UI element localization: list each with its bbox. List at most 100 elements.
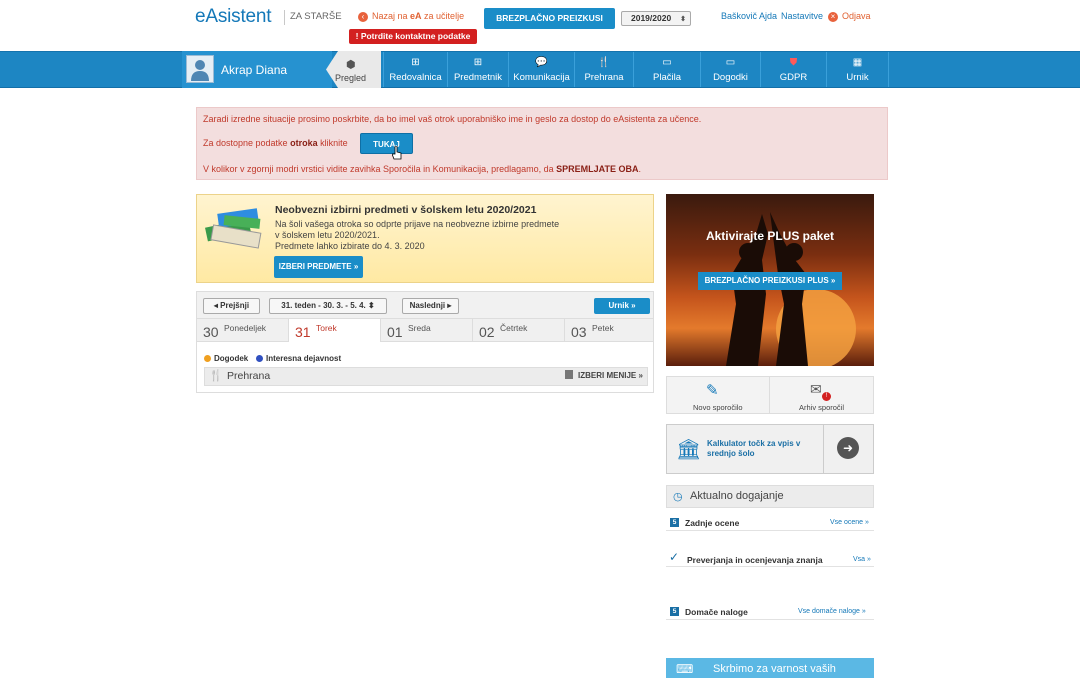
fork-knife-icon: 🍴: [209, 370, 223, 382]
school-year-value: 2019/2020: [631, 13, 672, 23]
choose-menu-button[interactable]: IZBERI MENIJE »: [565, 370, 643, 380]
tab-timetable[interactable]: ▦ Urnik: [826, 52, 889, 87]
free-trial-plus-button[interactable]: BREZPLAČNO PREIZKUSI PLUS »: [484, 8, 615, 44]
tab-gdpr[interactable]: ⛊ GDPR: [760, 52, 826, 87]
choose-subjects-button[interactable]: IZBERI PREDMETE »: [274, 256, 363, 278]
back-to-teacher-link[interactable]: ‹ Nazaj na eA za učitelje: [358, 11, 464, 22]
homework-title: Domače naloge: [685, 607, 748, 617]
alert-line-3-bold: SPREMLJATE OBA: [556, 164, 639, 174]
alert-line-1: Zaradi izredne situacije prosimo poskrbi…: [203, 114, 702, 124]
arrow-left-icon: ‹: [358, 11, 368, 22]
day-name: Sreda: [408, 323, 431, 333]
back-link-prefix: Nazaj na: [372, 11, 411, 21]
mouse-cursor-icon: [391, 145, 402, 160]
day-name: Četrtek: [500, 323, 528, 333]
confirm-contact-button[interactable]: ! Potrdite kontaktne podatke: [349, 29, 477, 44]
arrow-right-icon[interactable]: ➜: [837, 437, 859, 459]
elective-text-line: Predmete lahko izbirate do 4. 3. 2020: [275, 241, 425, 251]
points-calculator-text[interactable]: Kalkulator točk za vpis v srednjo šolo: [707, 439, 819, 459]
here-button[interactable]: TUKAJ: [360, 133, 413, 154]
plus-square-icon: ⊞: [411, 57, 420, 68]
day-tab-friday[interactable]: 03 Petek: [565, 319, 653, 342]
envelope-icon[interactable]: ✉: [810, 381, 822, 398]
compose-icon[interactable]: ✎: [706, 381, 719, 399]
new-message-link[interactable]: Novo sporočilo: [693, 403, 743, 412]
tab-label: Plačila: [653, 72, 681, 83]
previous-week-button[interactable]: ◂ Prejšnji: [203, 298, 260, 314]
legend-interest-label: Interesna dejavnost: [266, 354, 342, 363]
previous-week-label: Prejšnji: [220, 301, 250, 310]
grade-icon: 5: [670, 518, 679, 527]
plus-ad-trial-button[interactable]: BREZPLAČNO PREIZKUSI PLUS »: [698, 272, 842, 290]
choose-menu-label: IZBERI MENIJE »: [578, 371, 643, 380]
logo-subtitle: ZA STARŠE: [290, 11, 342, 22]
legend-event-label: Dogodek: [214, 354, 249, 363]
legend-interest-activity: Interesna dejavnost: [256, 354, 341, 363]
day-tab-wednesday[interactable]: 01 Sreda: [381, 319, 473, 342]
timetable-button[interactable]: Urnik »: [594, 298, 650, 314]
day-number: 31: [295, 324, 311, 340]
menu-icon: [565, 370, 573, 379]
tab-gradebook[interactable]: ⊞ Redovalnica: [383, 52, 447, 87]
speech-bubble-icon: 💬: [535, 57, 548, 68]
tab-label: Komunikacija: [513, 72, 570, 83]
plus-ad-title: Aktivirajte PLUS paket: [705, 229, 835, 243]
day-tab-thursday[interactable]: 02 Četrtek: [473, 319, 565, 342]
shield-icon: ⛊: [789, 57, 798, 68]
user-silhouette-icon: [191, 60, 209, 81]
clock-icon: ◷: [673, 491, 683, 503]
messages-divider: [769, 377, 770, 413]
hand-pointer-shape: [391, 145, 402, 160]
event-dot-icon: [204, 355, 211, 362]
alert-badge: !: [822, 392, 831, 401]
tab-payments[interactable]: ▭ Plačila: [633, 52, 700, 87]
back-link-suffix: za učitelje: [421, 11, 465, 21]
news-title: Aktualno dogajanje: [690, 490, 784, 502]
interest-dot-icon: [256, 355, 263, 362]
tab-subjects[interactable]: ⊞ Predmetnik: [447, 52, 508, 87]
tab-events[interactable]: ▭ Dogodki: [700, 52, 760, 87]
tab-meals[interactable]: 🍴 Prehrana: [574, 52, 633, 87]
all-homework-link[interactable]: Vse domače naloge »: [798, 608, 866, 615]
tab-label: GDPR: [779, 72, 808, 83]
alert-line-2-prefix: Za dostopne podatke: [203, 138, 291, 148]
app-logo[interactable]: eAsistent: [195, 6, 272, 28]
week-select[interactable]: 31. teden - 30. 3. - 5. 4. ⬍: [269, 298, 387, 314]
select-arrows-icon: ⬍: [680, 16, 686, 23]
cube-icon: ⬢: [346, 59, 356, 71]
message-archive-link[interactable]: Arhiv sporočil: [799, 403, 844, 412]
day-name: Torek: [316, 323, 337, 333]
alert-line-2: Za dostopne podatke otroka kliknite: [203, 138, 348, 148]
day-tab-tuesday[interactable]: 31 Torek: [289, 319, 381, 342]
day-number: 30: [203, 324, 219, 340]
tab-label: Urnik: [846, 72, 869, 83]
all-exams-link[interactable]: Vsa »: [853, 556, 871, 563]
school-year-select[interactable]: 2019/2020 ⬍: [621, 11, 691, 26]
tab-communication[interactable]: 💬 Komunikacija: [508, 52, 574, 87]
elective-text: Na šoli vašega otroka so odprte prijave …: [275, 219, 605, 252]
caret-right-icon: ▸: [445, 301, 452, 310]
tab-label: Dogodki: [713, 72, 748, 83]
legend-event: Dogodek: [204, 354, 248, 363]
back-link-bold: eA: [410, 11, 422, 21]
alert-line-3-prefix: V kolikor v zgornji modri vrstici vidite…: [203, 164, 557, 174]
tab-label: Redovalnica: [389, 72, 442, 83]
avatar: [186, 55, 214, 83]
books-icon: [204, 205, 268, 250]
week-select-value: 31. teden - 30. 3. - 5. 4.: [281, 301, 366, 310]
day-number: 03: [571, 324, 587, 340]
next-week-button[interactable]: Naslednji ▸: [402, 298, 459, 314]
all-grades-link[interactable]: Vse ocene »: [830, 519, 869, 526]
chevron-down-icon: ⬍: [365, 301, 375, 310]
settings-link[interactable]: Nastavitve: [781, 11, 823, 21]
logo-divider: [284, 10, 285, 25]
confirm-contact-label: Potrdite kontaktne podatke: [360, 31, 471, 41]
day-tab-monday[interactable]: 30 Ponedeljek: [197, 319, 289, 342]
logout-label: Odjava: [842, 11, 871, 21]
alert-line-3-suffix: .: [638, 164, 642, 174]
user-name-link[interactable]: Baškovič Ajda: [721, 11, 777, 21]
day-number: 02: [479, 324, 495, 340]
alert-line-2-suffix: kliknite: [317, 138, 348, 148]
alert-line-2-bold: otroka: [290, 138, 318, 148]
logout-link[interactable]: × Odjava: [828, 11, 871, 22]
